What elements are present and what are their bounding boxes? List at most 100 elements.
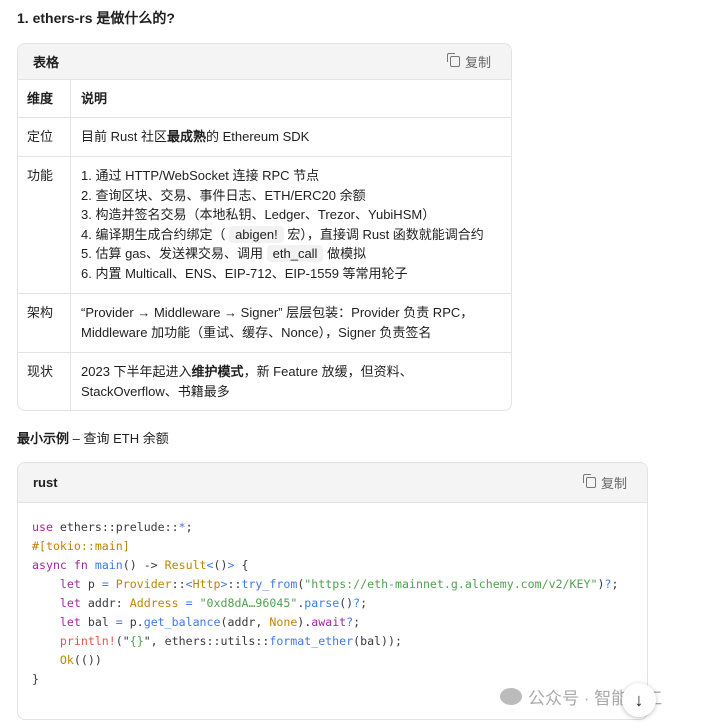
code-token: ; xyxy=(185,520,193,534)
code-token: let xyxy=(59,577,81,591)
code-line: use ethers::prelude::*; xyxy=(32,518,633,537)
feature-item: 2. 查询区块、交易、事件日志、ETH/ERC20 余额 xyxy=(81,186,503,206)
code-token: p. xyxy=(122,615,144,629)
code-token: () xyxy=(213,558,228,572)
table-block: 表格 复制 维度 说明 定位 目前 Rust 社区最成熟的 Ethereum SDK 功… xyxy=(17,43,512,411)
text-segment: 目前 Rust 社区 xyxy=(81,128,167,144)
code-token: = xyxy=(115,615,123,629)
code-token: None xyxy=(269,615,298,629)
feature-item: 4. 编译期生成合约绑定（ abigen! 宏），直接调 Rust 函数就能调合… xyxy=(81,225,503,245)
inline-code: eth_call xyxy=(266,245,324,262)
row-description: 1. 通过 HTTP/WebSocket 连接 RPC 节点 2. 查询区块、交易… xyxy=(70,156,511,294)
example-label-bold: 最小示例 xyxy=(17,431,70,446)
code-token: :: xyxy=(171,577,186,591)
text-segment: “Provider → Middleware → Signer” 层层包装：Pr… xyxy=(81,305,474,340)
code-token: "https://eth-mainnet.g.alchemy.com/v2/KE… xyxy=(304,577,598,591)
code-token: use xyxy=(32,520,53,534)
code-token: ethers::prelude:: xyxy=(52,520,179,534)
row-dimension: 功能 xyxy=(18,156,71,294)
copy-label: 复制 xyxy=(600,476,627,491)
inline-code: abigen! xyxy=(229,225,284,243)
code-token: let xyxy=(59,596,81,610)
code-token: addr: xyxy=(80,596,130,610)
code-token: main xyxy=(94,558,123,572)
text-segment: 6. 内置 Multicall、ENS、EIP-712、EIP-1559 等常用… xyxy=(81,265,408,281)
text-segment: 宏），直接调 Rust 函数就能调合约 xyxy=(283,226,484,242)
code-token: = xyxy=(101,577,109,591)
code-token: format_ether xyxy=(269,634,354,648)
scroll-down-button[interactable]: ↓ xyxy=(622,683,656,717)
table-row: 架构 “Provider → Middleware → Signer” 层层包装：… xyxy=(18,293,511,353)
code-token: (addr, xyxy=(220,615,270,629)
code-token: } xyxy=(32,672,39,686)
code-token: async xyxy=(32,558,67,572)
code-token: Http xyxy=(192,577,221,591)
section-heading: 1. ethers-rs 是做什么的? xyxy=(17,10,175,26)
code-token: () xyxy=(339,596,354,610)
example-label: 最小示例 – 查询 ETH 余额 xyxy=(17,428,169,447)
arrow-down-icon: ↓ xyxy=(634,689,644,710)
code-token: (()) xyxy=(73,653,102,667)
feature-item: 5. 估算 gas、发送裸交易、调用 eth_call 做模拟 xyxy=(81,244,503,264)
code-token: Provider xyxy=(115,577,172,591)
code-line: #[tokio::main] xyxy=(32,537,633,556)
code-token: p xyxy=(80,577,102,591)
code-token: ", ethers::utils:: xyxy=(143,634,270,648)
row-dimension: 定位 xyxy=(18,116,71,157)
code-token: > xyxy=(220,577,228,591)
code-token: (bal)); xyxy=(353,634,402,648)
code-block: rust 复制 use ethers::prelude::*; #[tokio::… xyxy=(17,462,648,720)
column-header: 维度 xyxy=(27,91,54,106)
code-token: () -> xyxy=(122,558,165,572)
table-row: 功能 1. 通过 HTTP/WebSocket 连接 RPC 节点 2. 查询区块、… xyxy=(18,156,511,294)
code-token: Address xyxy=(129,596,179,610)
copy-code-button[interactable]: 复制 xyxy=(582,473,627,492)
code-block-header: rust 复制 xyxy=(18,463,647,503)
code-token: try_from xyxy=(241,577,298,591)
text-segment: 做模拟 xyxy=(323,246,367,261)
bold-text: 最成熟 xyxy=(166,128,206,144)
feature-item: 3. 构造并签名交易（本地私钥、Ledger、Trezor、YubiHSM） xyxy=(81,205,503,225)
code-token: (" xyxy=(115,634,130,648)
code-token: :: xyxy=(227,577,242,591)
code-token: { xyxy=(234,558,249,572)
code-token: fn xyxy=(73,558,88,572)
code-token: let xyxy=(59,615,81,629)
row-description: 2023 下半年起进入维护模式，新 Feature 放缓，但资料、StackOv… xyxy=(70,352,511,410)
info-table: 维度 说明 定位 目前 Rust 社区最成熟的 Ethereum SDK 功能 1. 通过… xyxy=(18,80,511,410)
code-line: let addr: Address = "0xd8dA…96045".parse… xyxy=(32,594,633,613)
table-block-title: 表格 xyxy=(33,55,60,70)
code-token: Result xyxy=(164,558,207,572)
code-line: println!("{}", ethers::utils::format_eth… xyxy=(32,632,633,651)
code-line: Ok(()) xyxy=(32,651,633,670)
copy-button[interactable]: 复制 xyxy=(446,52,491,71)
code-token: Ok xyxy=(59,653,74,667)
code-token: get_balance xyxy=(143,615,221,629)
code-token: await xyxy=(311,615,347,629)
copy-icon xyxy=(446,53,460,67)
table-header-row: 维度 说明 xyxy=(18,80,511,117)
row-description: “Provider → Middleware → Signer” 层层包装：Pr… xyxy=(70,293,511,353)
text-segment: 3. 构造并签名交易（本地私钥、Ledger、Trezor、YubiHSM） xyxy=(81,207,436,222)
table-row: 定位 目前 Rust 社区最成熟的 Ethereum SDK xyxy=(18,116,511,157)
text-segment: 的 Ethereum SDK xyxy=(205,128,310,144)
code-content: use ethers::prelude::*; #[tokio::main]asy… xyxy=(18,503,647,689)
copy-label: 复制 xyxy=(464,55,491,70)
row-dimension: 现状 xyxy=(18,352,71,410)
code-token: bal xyxy=(80,615,116,629)
bold-text: 维护模式 xyxy=(191,364,244,379)
code-line: let bal = p.get_balance(addr, None).awai… xyxy=(32,613,633,632)
text-segment: 4. 编译期生成合约绑定（ xyxy=(81,226,230,242)
code-line: async fn main() -> Result<()> { xyxy=(32,556,633,575)
wechat-icon xyxy=(500,688,522,705)
code-token: ; xyxy=(353,615,361,629)
code-token: < xyxy=(206,558,214,572)
code-token: ; xyxy=(611,577,619,591)
